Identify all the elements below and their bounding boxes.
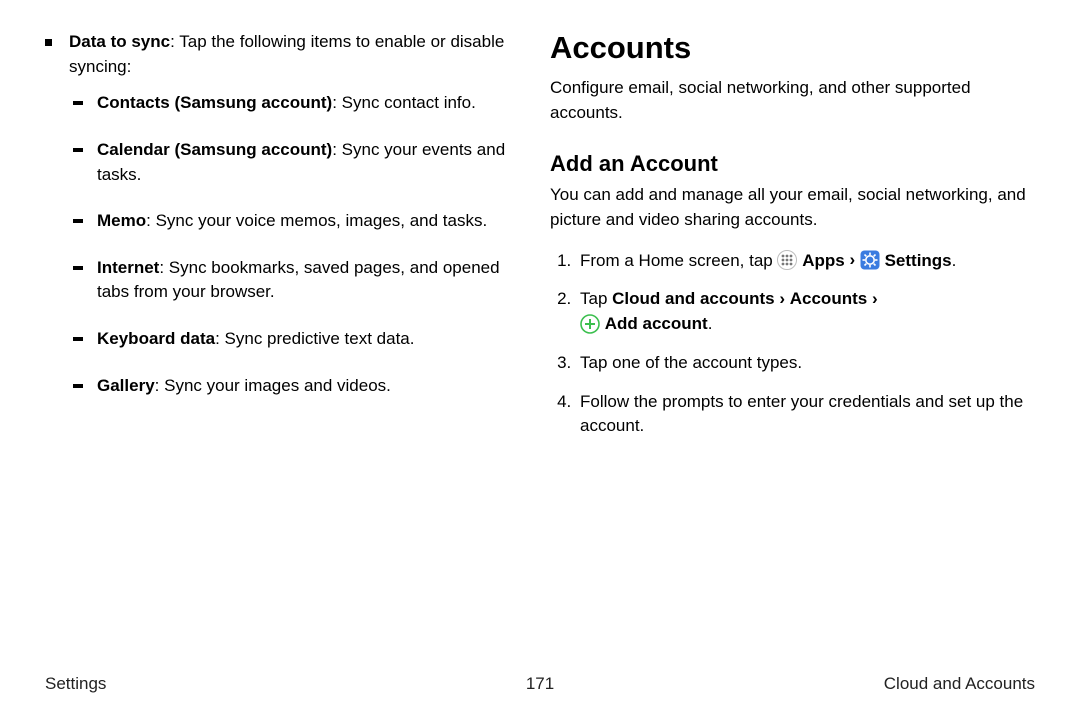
step-2: Tap Cloud and accounts › Accounts › Add … <box>576 287 1035 336</box>
left-column: Data to sync: Tap the following items to… <box>45 30 540 660</box>
chevron-icon: › <box>849 248 855 273</box>
sync-item-text: : Sync predictive text data. <box>215 329 414 348</box>
sync-item-label: Memo <box>97 211 146 230</box>
step-1-apps: Apps <box>802 251 845 270</box>
add-account-steps: From a Home screen, tap Apps › <box>550 249 1035 439</box>
page-body: Data to sync: Tap the following items to… <box>0 0 1080 660</box>
settings-icon <box>860 250 880 270</box>
accounts-intro: Configure email, social networking, and … <box>550 76 1035 125</box>
right-column: Accounts Configure email, social network… <box>540 30 1035 660</box>
page-footer: Settings 171 Cloud and Accounts <box>0 674 1080 694</box>
step-2-path1: Cloud and accounts <box>612 289 774 308</box>
sync-item-label: Keyboard data <box>97 329 215 348</box>
sync-item-text: : Sync your voice memos, images, and tas… <box>146 211 487 230</box>
chevron-icon: › <box>872 287 878 312</box>
chevron-icon: › <box>779 287 785 312</box>
sync-item-text: : Sync contact info. <box>332 93 476 112</box>
step-4: Follow the prompts to enter your credent… <box>576 390 1035 439</box>
step-1: From a Home screen, tap Apps › <box>576 249 1035 274</box>
data-to-sync-label: Data to sync <box>69 32 170 51</box>
sync-item-label: Contacts (Samsung account) <box>97 93 332 112</box>
step-1-settings: Settings <box>885 251 952 270</box>
sync-item-memo: Memo: Sync your voice memos, images, and… <box>73 209 512 234</box>
footer-left: Settings <box>45 674 375 694</box>
add-account-heading: Add an Account <box>550 151 1035 177</box>
add-account-intro: You can add and manage all your email, s… <box>550 183 1035 232</box>
apps-icon <box>777 250 797 270</box>
sync-item-internet: Internet: Sync bookmarks, saved pages, a… <box>73 256 512 305</box>
step-2-pre: Tap <box>580 289 612 308</box>
step-2-add: Add account <box>605 314 708 333</box>
sync-item-keyboard: Keyboard data: Sync predictive text data… <box>73 327 512 352</box>
data-to-sync-item: Data to sync: Tap the following items to… <box>45 30 512 398</box>
sync-item-label: Calendar (Samsung account) <box>97 140 332 159</box>
sync-item-calendar: Calendar (Samsung account): Sync your ev… <box>73 138 512 187</box>
step-2-path2: Accounts <box>790 289 867 308</box>
sync-item-gallery: Gallery: Sync your images and videos. <box>73 374 512 399</box>
period: . <box>952 251 957 270</box>
step-1-pre: From a Home screen, tap <box>580 251 777 270</box>
step-3: Tap one of the account types. <box>576 351 1035 376</box>
sync-item-label: Internet <box>97 258 159 277</box>
sync-item-contacts: Contacts (Samsung account): Sync contact… <box>73 91 512 116</box>
sync-item-label: Gallery <box>97 376 155 395</box>
add-icon <box>580 314 600 334</box>
footer-page-number: 171 <box>375 674 705 694</box>
sync-item-text: : Sync your images and videos. <box>155 376 391 395</box>
accounts-heading: Accounts <box>550 30 1035 66</box>
footer-right: Cloud and Accounts <box>705 674 1035 694</box>
period: . <box>708 314 713 333</box>
